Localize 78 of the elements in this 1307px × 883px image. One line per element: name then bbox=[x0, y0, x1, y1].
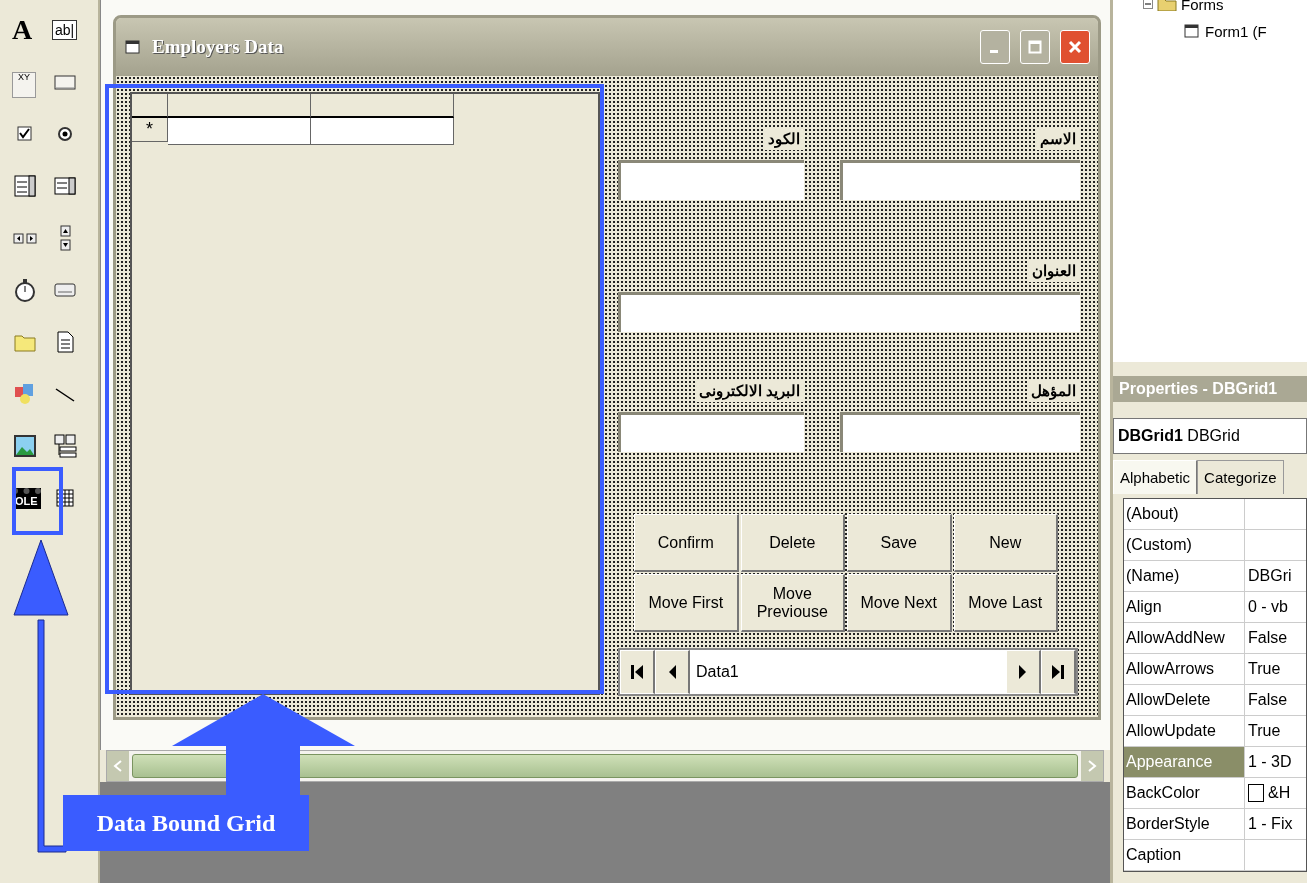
property-name[interactable]: BorderStyle bbox=[1124, 809, 1245, 839]
combo-box-tool-icon[interactable] bbox=[12, 173, 38, 199]
property-name[interactable]: AllowAddNew bbox=[1124, 623, 1245, 653]
column-header[interactable] bbox=[311, 94, 454, 118]
property-value[interactable]: DBGri bbox=[1248, 567, 1292, 585]
properties-title: Properties - DBGrid1 bbox=[1113, 376, 1307, 402]
tab[interactable]: Alphabetic bbox=[1113, 460, 1198, 494]
first-record-button[interactable] bbox=[620, 650, 655, 694]
field-label: العنوان bbox=[1028, 260, 1080, 282]
command-button[interactable]: Confirm bbox=[634, 514, 739, 572]
field-label: الاسم bbox=[1036, 128, 1080, 150]
property-value[interactable]: True bbox=[1248, 660, 1281, 678]
picture-icon[interactable] bbox=[12, 433, 38, 459]
command-button[interactable]: Move Next bbox=[847, 574, 952, 632]
form-icon bbox=[1183, 22, 1201, 40]
property-name[interactable]: Caption bbox=[1124, 840, 1245, 870]
property-value[interactable]: &H bbox=[1268, 784, 1291, 802]
form-icon bbox=[124, 38, 142, 56]
text-field[interactable] bbox=[618, 412, 804, 452]
grid-cell[interactable] bbox=[311, 118, 454, 145]
grid-cell[interactable] bbox=[168, 118, 311, 145]
field-label: البريد الالكترونى bbox=[694, 380, 804, 402]
stopwatch-icon[interactable] bbox=[12, 277, 38, 303]
object-selector[interactable]: DBGrid1 DBGrid bbox=[1113, 418, 1307, 454]
text-field[interactable] bbox=[618, 292, 1080, 332]
data-control-icon[interactable] bbox=[52, 433, 78, 459]
first-record-icon[interactable] bbox=[629, 662, 645, 682]
label-tool-icon[interactable]: A bbox=[12, 16, 33, 44]
window-title: Employers Data bbox=[152, 36, 285, 58]
row-selector[interactable]: * bbox=[132, 118, 168, 142]
property-name[interactable]: (Name) bbox=[1124, 561, 1245, 591]
folder-icon bbox=[1157, 0, 1177, 11]
previous-record-button[interactable] bbox=[655, 650, 690, 694]
command-button[interactable]: Move First bbox=[634, 574, 739, 632]
horizontal-scrollbar[interactable] bbox=[106, 750, 1104, 782]
property-name[interactable]: AllowDelete bbox=[1124, 685, 1245, 715]
last-record-icon[interactable] bbox=[1050, 662, 1066, 682]
color-swatch bbox=[1248, 784, 1264, 802]
tab[interactable]: Categorize bbox=[1197, 460, 1284, 494]
data-control[interactable]: Data1 bbox=[618, 648, 1078, 696]
annotation-label: Data Bound Grid bbox=[63, 795, 309, 851]
column-header[interactable] bbox=[168, 94, 311, 118]
property-name[interactable]: BackColor bbox=[1124, 778, 1245, 808]
property-name[interactable]: Align bbox=[1124, 592, 1245, 622]
command-button[interactable]: Delete bbox=[740, 514, 845, 572]
close-button[interactable] bbox=[1060, 30, 1090, 64]
textbox-tool-icon[interactable]: ab| bbox=[52, 20, 78, 40]
next-record-button[interactable] bbox=[1006, 650, 1041, 694]
property-name[interactable]: (About) bbox=[1124, 499, 1245, 529]
scroll-thumb[interactable] bbox=[132, 754, 1078, 778]
data-control-caption: Data1 bbox=[695, 662, 740, 682]
property-name[interactable]: AllowArrows bbox=[1124, 654, 1245, 684]
property-value[interactable]: 0 - vb bbox=[1248, 598, 1288, 616]
text-field[interactable] bbox=[840, 160, 1080, 200]
command-button[interactable]: Move Last bbox=[953, 574, 1058, 632]
property-name[interactable]: (Custom) bbox=[1124, 530, 1245, 560]
text-field[interactable] bbox=[840, 412, 1080, 452]
property-value[interactable]: 1 - Fix bbox=[1248, 815, 1293, 833]
last-record-button[interactable] bbox=[1041, 650, 1076, 694]
close-icon[interactable] bbox=[1068, 40, 1082, 54]
command-button[interactable]: Move Previouse bbox=[740, 574, 845, 632]
highlight-frame bbox=[12, 467, 63, 535]
data-grid[interactable]: * bbox=[130, 92, 600, 695]
corner-header bbox=[132, 94, 168, 118]
field-label: المؤهل bbox=[1027, 380, 1080, 402]
right-triangle-icon[interactable] bbox=[1017, 662, 1029, 682]
property-value[interactable]: False bbox=[1248, 691, 1288, 709]
frame-tool-icon[interactable]: XY bbox=[12, 72, 36, 98]
collapse-icon[interactable] bbox=[1143, 0, 1153, 9]
property-name[interactable]: AllowUpdate bbox=[1124, 716, 1245, 746]
field-label: الكود bbox=[764, 128, 804, 150]
command-button[interactable]: New bbox=[953, 514, 1058, 572]
command-button[interactable]: Save bbox=[847, 514, 952, 572]
text-field[interactable] bbox=[618, 160, 804, 200]
tree-item[interactable]: Form1 (F bbox=[1205, 22, 1267, 40]
property-value[interactable]: True bbox=[1248, 722, 1281, 740]
property-value[interactable]: False bbox=[1248, 629, 1288, 647]
property-value[interactable]: 1 - 3D bbox=[1248, 753, 1292, 771]
